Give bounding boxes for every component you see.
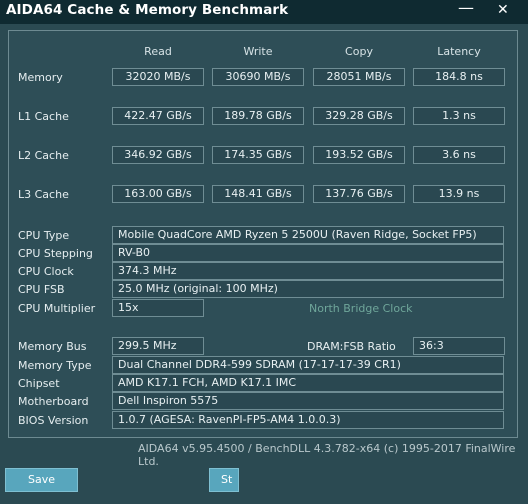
cpu-fsb-value: 25.0 MHz (original: 100 MHz) bbox=[112, 280, 504, 298]
dram-fsb-ratio-value: 36:3 bbox=[413, 337, 505, 355]
chipset-value: AMD K17.1 FCH, AMD K17.1 IMC bbox=[112, 374, 504, 392]
row-label-l1: L1 Cache bbox=[18, 110, 69, 123]
l1-latency-value: 1.3 ns bbox=[413, 107, 505, 125]
north-bridge-clock-label: North Bridge Clock bbox=[309, 302, 413, 315]
motherboard-label: Motherboard bbox=[18, 395, 89, 408]
l2-copy-value: 193.52 GB/s bbox=[313, 146, 405, 164]
chipset-label: Chipset bbox=[18, 377, 60, 390]
column-header-write: Write bbox=[243, 45, 273, 58]
cpu-multiplier-value: 15x bbox=[112, 299, 204, 317]
bios-version-label: BIOS Version bbox=[18, 414, 89, 427]
bios-version-value: 1.0.7 (AGESA: RavenPI-FP5-AM4 1.0.0.3) bbox=[112, 411, 504, 429]
save-button[interactable]: Save bbox=[5, 468, 78, 492]
l2-latency-value: 3.6 ns bbox=[413, 146, 505, 164]
column-header-read: Read bbox=[144, 45, 172, 58]
dram-fsb-ratio-label: DRAM:FSB Ratio bbox=[307, 340, 396, 353]
cpu-clock-label: CPU Clock bbox=[18, 265, 74, 278]
column-header-copy: Copy bbox=[345, 45, 373, 58]
memory-type-label: Memory Type bbox=[18, 359, 92, 372]
footer-version: AIDA64 v5.95.4500 / BenchDLL 4.3.782-x64… bbox=[138, 442, 516, 468]
minimize-icon[interactable]: — bbox=[458, 0, 474, 17]
l2-read-value: 346.92 GB/s bbox=[112, 146, 204, 164]
cpu-stepping-label: CPU Stepping bbox=[18, 247, 93, 260]
memory-type-value: Dual Channel DDR4-599 SDRAM (17-17-17-39… bbox=[112, 356, 504, 374]
column-header-latency: Latency bbox=[437, 45, 481, 58]
row-label-l2: L2 Cache bbox=[18, 149, 69, 162]
window-title: AIDA64 Cache & Memory Benchmark bbox=[6, 2, 289, 18]
l3-write-value: 148.41 GB/s bbox=[212, 185, 304, 203]
row-label-l3: L3 Cache bbox=[18, 188, 69, 201]
cpu-type-label: CPU Type bbox=[18, 229, 70, 242]
l1-write-value: 189.78 GB/s bbox=[212, 107, 304, 125]
cpu-stepping-value: RV-B0 bbox=[112, 244, 504, 262]
title-bar: AIDA64 Cache & Memory Benchmark — ✕ bbox=[0, 0, 528, 24]
memory-bus-label: Memory Bus bbox=[18, 340, 87, 353]
memory-copy-value: 28051 MB/s bbox=[313, 68, 405, 86]
l1-copy-value: 329.28 GB/s bbox=[313, 107, 405, 125]
close-icon[interactable]: ✕ bbox=[497, 2, 509, 18]
start-button[interactable]: St bbox=[209, 468, 239, 492]
motherboard-value: Dell Inspiron 5575 bbox=[112, 392, 504, 410]
row-label-memory: Memory bbox=[18, 71, 63, 84]
l3-read-value: 163.00 GB/s bbox=[112, 185, 204, 203]
l1-read-value: 422.47 GB/s bbox=[112, 107, 204, 125]
cpu-fsb-label: CPU FSB bbox=[18, 283, 65, 296]
memory-latency-value: 184.8 ns bbox=[413, 68, 505, 86]
l3-latency-value: 13.9 ns bbox=[413, 185, 505, 203]
cpu-type-value: Mobile QuadCore AMD Ryzen 5 2500U (Raven… bbox=[112, 226, 504, 244]
l2-write-value: 174.35 GB/s bbox=[212, 146, 304, 164]
memory-read-value: 32020 MB/s bbox=[112, 68, 204, 86]
cpu-multiplier-label: CPU Multiplier bbox=[18, 302, 96, 315]
memory-write-value: 30690 MB/s bbox=[212, 68, 304, 86]
memory-bus-value: 299.5 MHz bbox=[112, 337, 204, 355]
l3-copy-value: 137.76 GB/s bbox=[313, 185, 405, 203]
cpu-clock-value: 374.3 MHz bbox=[112, 262, 504, 280]
